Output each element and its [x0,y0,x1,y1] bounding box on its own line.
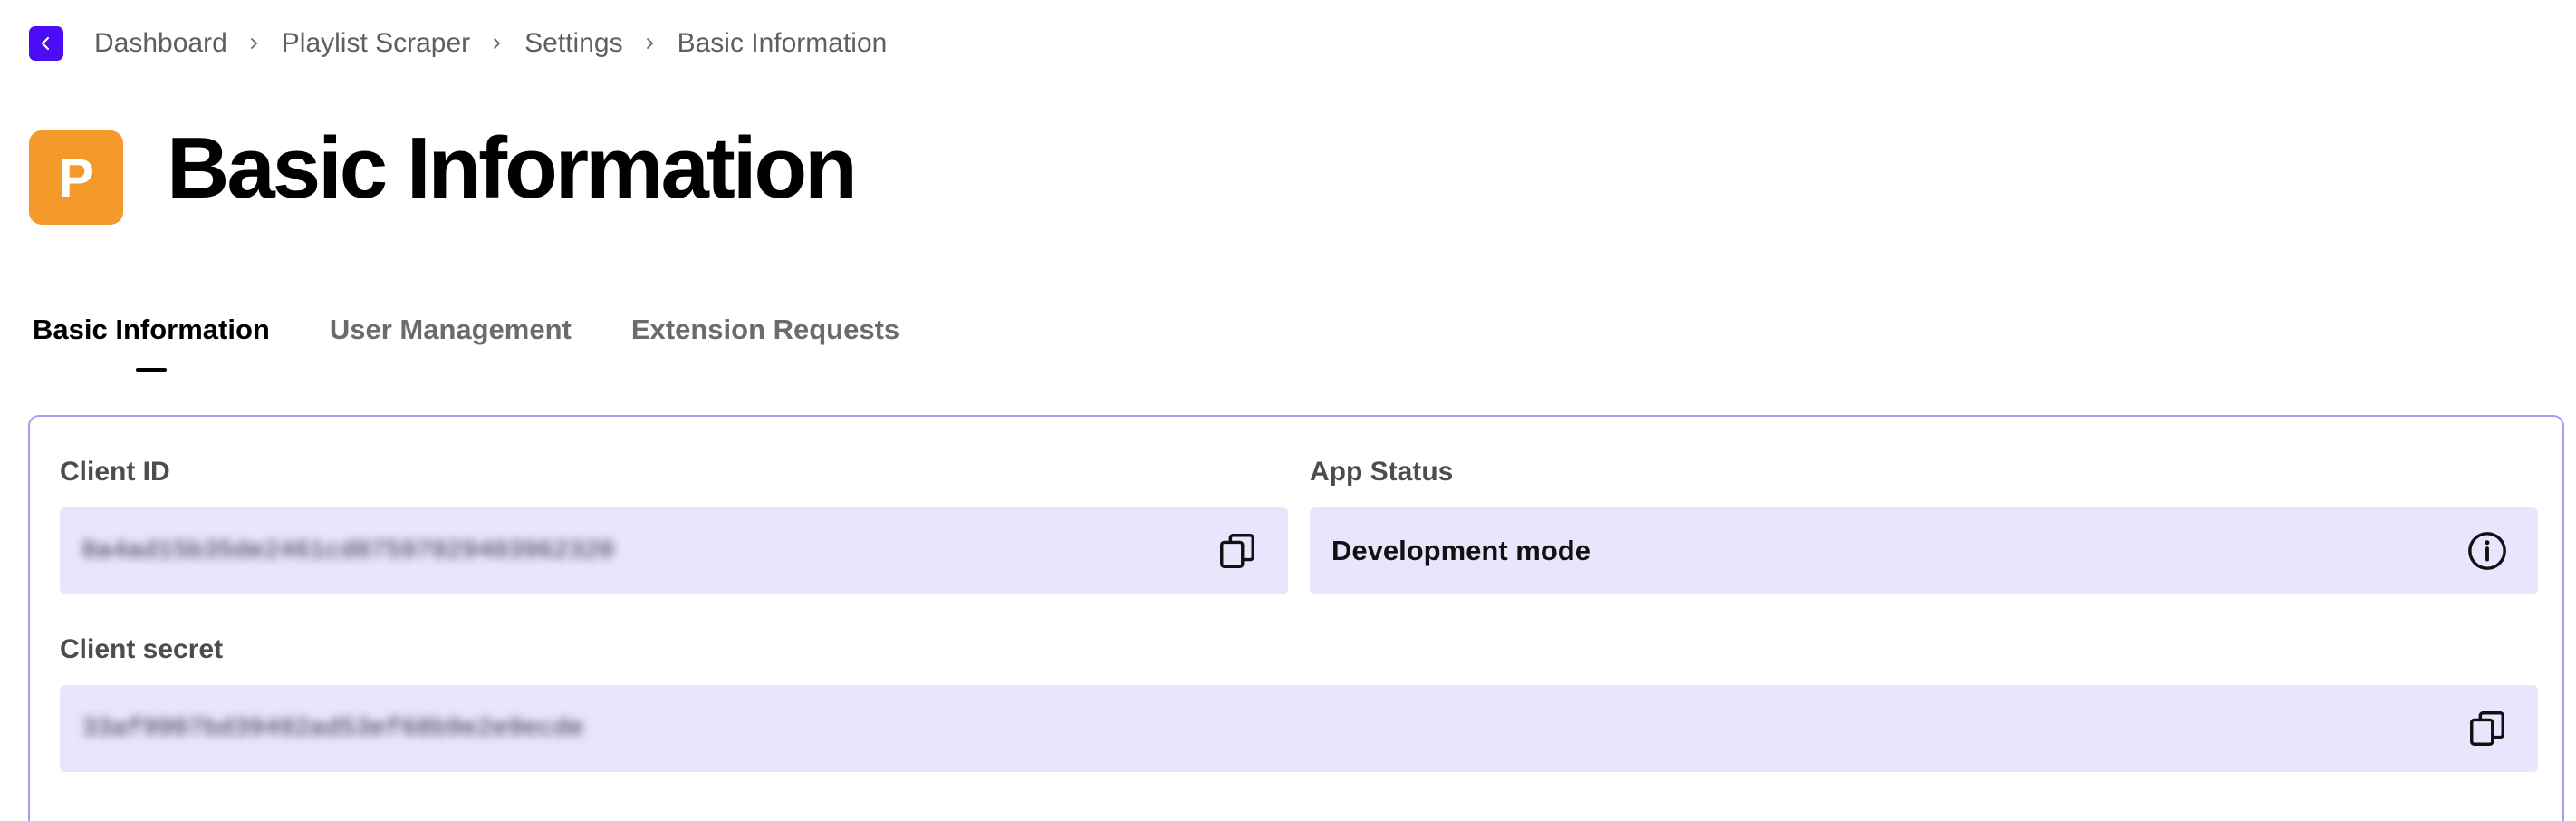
app-status-label: App Status [1310,457,1454,487]
breadcrumb-dashboard[interactable]: Dashboard [94,28,227,59]
breadcrumb-current: Basic Information [677,28,888,58]
page-title: Basic Information [167,120,858,217]
tab-extension-requests[interactable]: Extension Requests [631,306,899,353]
app-status-info-button[interactable] [2464,527,2511,575]
copy-icon [2470,711,2504,746]
app-icon-letter: P [57,147,95,208]
page: Dashboard Playlist Scraper Settings Basi… [0,0,2576,821]
breadcrumb-settings[interactable]: Settings [524,28,622,59]
breadcrumb: Dashboard Playlist Scraper Settings Basi… [29,22,887,65]
copy-client-id-button[interactable] [1214,527,1261,575]
tab-user-management[interactable]: User Management [330,306,572,353]
copy-icon [1220,534,1254,568]
tab-bar: Basic Information User Management Extens… [33,306,899,372]
copy-client-secret-button[interactable] [2464,705,2511,752]
client-id-field: 8a4ad15b35de2461cd07597029403962320 [60,507,1288,594]
chevron-right-icon [492,37,503,50]
info-icon [2468,532,2506,570]
chevron-left-icon [41,36,50,51]
app-status-value: Development mode [1331,535,1591,566]
client-id-label: Client ID [60,457,170,487]
client-secret-value: 33af9907bd39492ad53ef68b9e2e9ecde [82,714,584,743]
back-button[interactable] [29,26,63,61]
client-secret-field: 33af9907bd39492ad53ef68b9e2e9ecde [60,685,2538,772]
tab-basic-information[interactable]: Basic Information [33,306,270,372]
app-icon: P [29,130,123,225]
chevron-right-icon [249,37,260,50]
app-status-field: Development mode [1310,507,2538,594]
basic-info-card: Client ID 8a4ad15b35de2461cd075970294039… [28,415,2564,821]
client-secret-label: Client secret [60,634,224,664]
client-id-value: 8a4ad15b35de2461cd07597029403962320 [82,536,615,565]
breadcrumb-app[interactable]: Playlist Scraper [282,28,470,59]
chevron-right-icon [645,37,656,50]
